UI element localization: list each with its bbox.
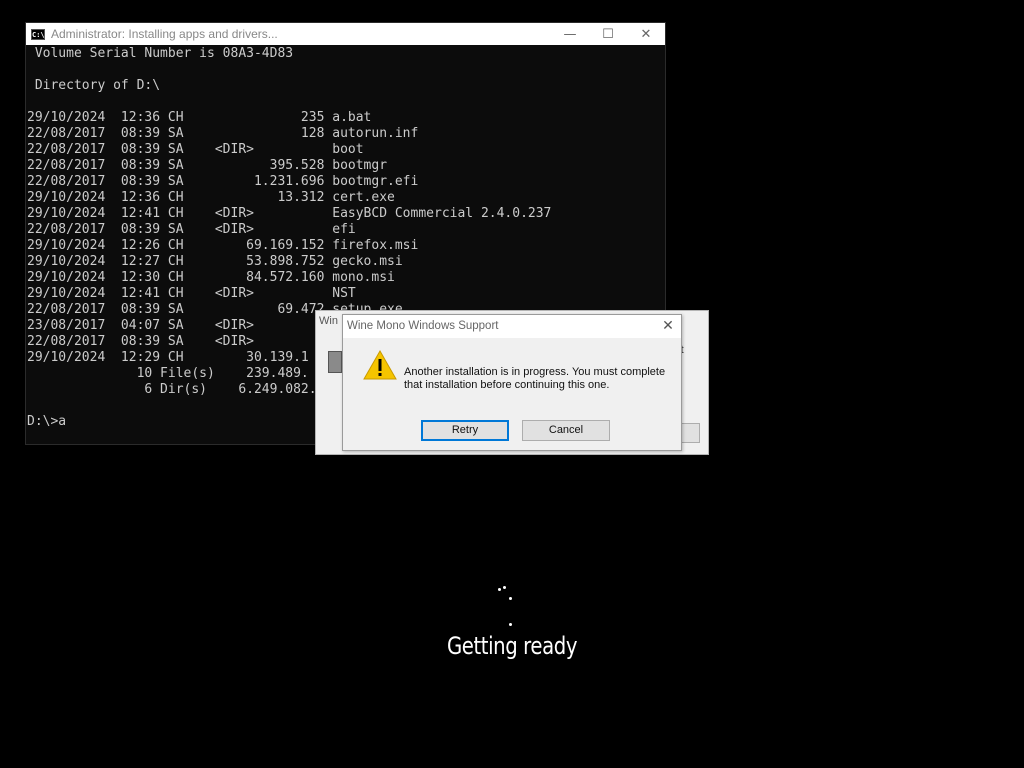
console-line: 22/08/2017 08:39 SA <DIR> boot <box>27 142 364 157</box>
wine-mono-dialog[interactable]: Wine Mono Windows Support ✕ Another inst… <box>342 314 682 451</box>
loading-spinner-icon <box>492 584 532 632</box>
console-line: 22/08/2017 08:39 SA 1.231.696 bootmgr.ef… <box>27 174 419 189</box>
console-title: Administrator: Installing apps and drive… <box>51 27 278 41</box>
installer-icon <box>328 351 342 373</box>
console-line: 29/10/2024 12:27 CH 53.898.752 gecko.msi <box>27 254 403 269</box>
console-line: 29/10/2024 12:41 CH <DIR> NST <box>27 286 356 301</box>
warning-icon <box>363 349 397 380</box>
retry-button[interactable]: Retry <box>421 420 509 441</box>
console-line: Volume Serial Number is 08A3-4D83 <box>27 46 294 61</box>
cmd-icon: C:\ <box>31 28 45 40</box>
console-titlebar[interactable]: C:\ Administrator: Installing apps and d… <box>26 23 665 45</box>
console-line: 22/08/2017 08:39 SA 128 autorun.inf <box>27 126 419 141</box>
dialog-titlebar[interactable]: Wine Mono Windows Support ✕ <box>343 315 681 338</box>
console-line: 29/10/2024 12:36 CH 13.312 cert.exe <box>27 190 395 205</box>
minimize-button[interactable]: — <box>551 23 589 45</box>
dialog-close-button[interactable]: ✕ <box>659 317 677 335</box>
console-line: 22/08/2017 08:39 SA <DIR> efi <box>27 222 356 237</box>
getting-ready-text: Getting ready <box>446 632 578 660</box>
console-line: Directory of D:\ <box>27 78 161 93</box>
dialog-title: Wine Mono Windows Support <box>347 320 499 332</box>
background-dialog-title: Win <box>319 315 338 327</box>
dialog-message: Another installation is in progress. You… <box>404 366 666 391</box>
console-line: 22/08/2017 08:39 SA 395.528 bootmgr <box>27 158 388 173</box>
maximize-button[interactable]: ☐ <box>589 23 627 45</box>
console-line: 29/10/2024 12:30 CH 84.572.160 mono.msi <box>27 270 395 285</box>
cancel-button[interactable]: Cancel <box>522 420 610 441</box>
console-line: 29/10/2024 12:26 CH 69.169.152 firefox.m… <box>27 238 419 253</box>
console-line: 29/10/2024 12:41 CH <DIR> EasyBCD Commer… <box>27 206 552 221</box>
close-button[interactable]: ✕ <box>627 23 665 45</box>
console-line: 29/10/2024 12:36 CH 235 a.bat <box>27 110 372 125</box>
